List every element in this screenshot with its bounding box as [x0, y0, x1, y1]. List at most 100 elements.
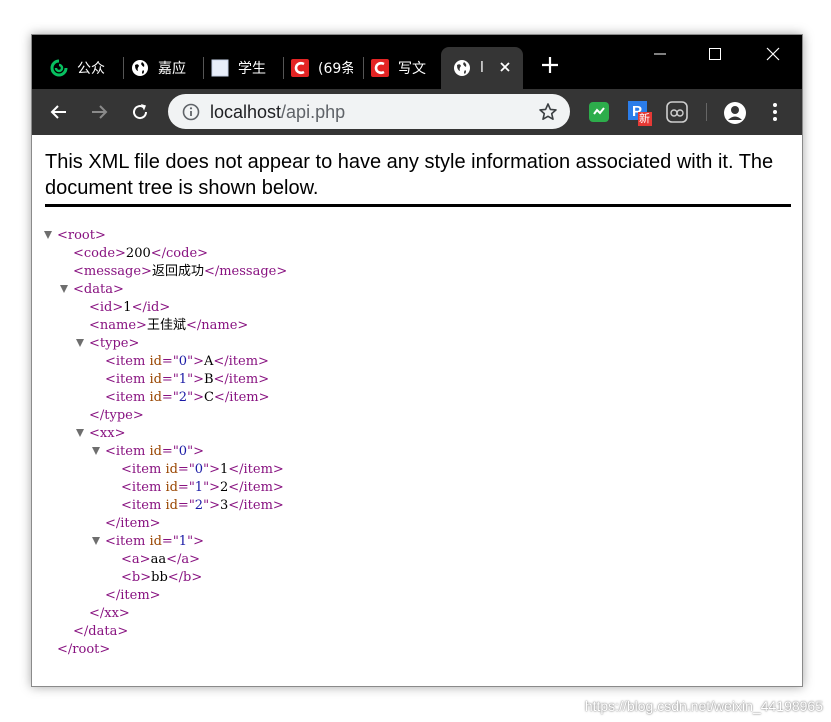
xml-tag: <item	[105, 444, 146, 459]
forward-arrow-icon	[92, 105, 108, 119]
xml-tag: <item	[121, 462, 162, 477]
toolbar-separator	[706, 103, 707, 121]
xml-style-notice: This XML file does not appear to have an…	[45, 151, 774, 199]
xml-line-xx[interactable]: <xx>	[45, 425, 287, 443]
xml-tag: ="	[161, 390, 179, 405]
url-host: localhost	[210, 102, 282, 122]
extension-badge: 新	[639, 112, 650, 125]
xml-tag: </item>	[105, 588, 161, 603]
close-window-button[interactable]	[748, 35, 798, 73]
menu-kebab-icon[interactable]	[764, 101, 786, 123]
xml-tag: </message>	[203, 264, 288, 279]
address-bar[interactable]: localhost/api.php	[168, 94, 570, 129]
plus-icon	[542, 57, 558, 73]
csdn-icon	[371, 59, 389, 77]
close-icon	[766, 47, 780, 61]
xml-tag: <item	[105, 354, 146, 369]
xml-line-root[interactable]: <root>	[44, 227, 287, 245]
xml-attr-name: id	[165, 462, 178, 477]
tab-1-title: 公众	[77, 61, 105, 77]
xml-line-b: <b>bb</b>	[45, 569, 287, 587]
close-tab-icon[interactable]	[497, 59, 513, 75]
minimize-button[interactable]	[635, 35, 685, 73]
xml-line-item: <item id="1">2</item>	[45, 479, 287, 497]
profile-avatar-icon[interactable]	[723, 101, 746, 124]
xml-tag: </item>	[228, 498, 284, 513]
xml-attr-value: 0	[194, 462, 204, 477]
xml-tag: </item>	[213, 390, 270, 405]
xml-tag: </item>	[213, 354, 269, 369]
maximize-button[interactable]	[690, 35, 740, 73]
xml-tag: ="	[161, 444, 179, 459]
xml-attr-name: id	[149, 390, 162, 405]
maximize-icon	[709, 48, 721, 60]
tab-active[interactable]: l	[441, 47, 523, 89]
xml-line-item[interactable]: <item id="0">	[45, 443, 287, 461]
collapse-triangle-icon[interactable]	[76, 429, 84, 437]
ghost-extension-icon[interactable]	[666, 101, 688, 123]
xml-tag: <a	[121, 552, 140, 567]
xml-text: 2	[219, 480, 229, 495]
xml-text: 200	[125, 246, 151, 261]
xml-tag: >	[193, 372, 204, 387]
tab-2[interactable]: 嘉应	[131, 47, 201, 89]
pinyin-extension-icon[interactable]: P 新	[628, 101, 652, 126]
tab-5[interactable]: 写文	[371, 47, 433, 89]
forward-button[interactable]	[84, 97, 114, 127]
collapse-triangle-icon[interactable]	[92, 537, 100, 545]
xml-attr-name: id	[149, 534, 162, 549]
xml-line-item: <item id="0">1</item>	[45, 461, 287, 479]
xml-tag: </item>	[228, 462, 284, 477]
notice-divider	[45, 204, 791, 207]
xml-line-item: <item id="2">C</item>	[45, 389, 287, 407]
xml-text: aa	[150, 552, 167, 567]
collapse-triangle-icon[interactable]	[92, 447, 100, 455]
xml-tag: </data>	[73, 624, 129, 639]
xml-tag: <item	[105, 534, 146, 549]
xml-tag: >	[114, 426, 126, 441]
xml-tag: ="	[161, 354, 179, 369]
xml-tag: </xx>	[89, 606, 130, 621]
collapse-triangle-icon[interactable]	[76, 339, 84, 347]
xml-tag: </item>	[105, 516, 161, 531]
xml-tag: ="	[177, 480, 195, 495]
xml-attr-name: id	[165, 480, 178, 495]
new-tab-button[interactable]	[538, 53, 562, 77]
collapse-triangle-icon[interactable]	[44, 231, 52, 239]
tab-1[interactable]: 公众	[50, 47, 122, 89]
tab-3[interactable]: 学生	[211, 47, 281, 89]
xml-line-root: </root>	[45, 641, 287, 659]
reload-button[interactable]	[125, 97, 155, 127]
xml-tag: <type	[89, 336, 129, 351]
xml-attr-value: 2	[194, 498, 204, 513]
xml-tag: </type>	[89, 408, 144, 423]
xml-tag: ="	[161, 372, 179, 387]
xml-text: 3	[219, 498, 229, 513]
xml-tag: >	[112, 300, 124, 315]
collapse-triangle-icon[interactable]	[60, 285, 68, 293]
xml-attr-name: id	[149, 372, 162, 387]
bookmark-star-icon[interactable]	[538, 102, 558, 122]
xml-line-name: <name>王佳斌</name>	[45, 317, 287, 335]
xml-line-message: <message>返回成功</message>	[45, 263, 287, 281]
xml-attr-value: 2	[178, 390, 188, 405]
tab-4[interactable]: (69条	[291, 47, 353, 89]
xml-tag: >	[141, 264, 152, 279]
xml-line-type[interactable]: <type>	[45, 335, 287, 353]
xml-tag: >	[209, 480, 220, 495]
xml-tag: >	[140, 570, 152, 585]
page-content: This XML file does not appear to have an…	[32, 135, 802, 686]
xml-text: 1	[219, 462, 229, 477]
back-button[interactable]	[44, 97, 74, 127]
chat-extension-icon[interactable]	[588, 101, 610, 123]
info-icon[interactable]	[182, 103, 200, 121]
xml-tag: >	[193, 444, 204, 459]
url-text[interactable]: localhost/api.php	[210, 102, 345, 123]
xml-line-item: </item>	[45, 515, 287, 533]
xml-tag: >	[193, 534, 204, 549]
back-arrow-icon	[50, 105, 66, 119]
xml-line-data[interactable]: <data>	[45, 281, 287, 299]
xml-tag: </a>	[166, 552, 200, 567]
xml-line-item: </item>	[45, 587, 287, 605]
xml-line-item[interactable]: <item id="1">	[45, 533, 287, 551]
